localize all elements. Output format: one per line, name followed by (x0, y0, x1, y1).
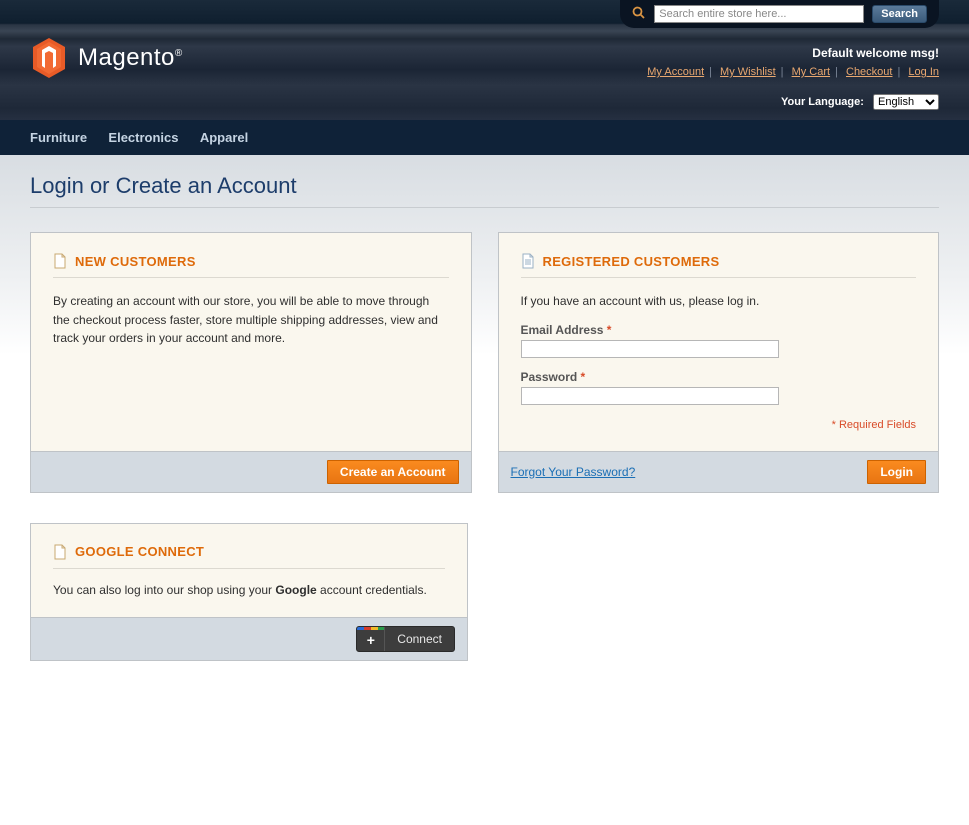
forgot-password-link[interactable]: Forgot Your Password? (511, 465, 636, 479)
nav-furniture[interactable]: Furniture (30, 120, 105, 155)
registered-customers-title: REGISTERED CUSTOMERS (543, 254, 720, 269)
new-customers-title: NEW CUSTOMERS (75, 254, 196, 269)
google-connect-button[interactable]: + Connect (356, 626, 455, 652)
top-links: My Account| My Wishlist| My Cart| Checko… (647, 66, 939, 78)
search-icon (632, 6, 646, 23)
header: Search Magento® Default welcome msg! My … (0, 0, 969, 155)
connect-label: Connect (385, 627, 454, 651)
email-field[interactable] (521, 340, 779, 358)
link-my-account[interactable]: My Account (647, 66, 704, 78)
nav-electronics[interactable]: Electronics (108, 120, 196, 155)
page-title: Login or Create an Account (30, 173, 939, 208)
link-log-in[interactable]: Log In (908, 66, 939, 78)
link-checkout[interactable]: Checkout (846, 66, 892, 78)
welcome-message: Default welcome msg! (647, 46, 939, 60)
search-button[interactable]: Search (872, 5, 927, 23)
email-label: Email Address * (521, 323, 917, 337)
registered-intro: If you have an account with us, please l… (521, 292, 917, 311)
document-icon (53, 544, 67, 560)
password-label: Password * (521, 370, 917, 384)
search-input[interactable] (654, 5, 864, 23)
password-field[interactable] (521, 387, 779, 405)
registered-customers-box: REGISTERED CUSTOMERS If you have an acco… (498, 232, 940, 493)
google-connect-title: GOOGLE CONNECT (75, 544, 204, 559)
language-select[interactable]: English (873, 94, 939, 110)
link-my-cart[interactable]: My Cart (792, 66, 831, 78)
google-connect-box: GOOGLE CONNECT You can also log into our… (30, 523, 468, 661)
search-bar: Search (620, 0, 939, 28)
login-button[interactable]: Login (867, 460, 926, 484)
link-my-wishlist[interactable]: My Wishlist (720, 66, 776, 78)
new-customers-box: NEW CUSTOMERS By creating an account wit… (30, 232, 472, 493)
new-customers-text: By creating an account with our store, y… (53, 292, 449, 348)
google-connect-text: You can also log into our shop using you… (53, 583, 445, 597)
nav-bar: Furniture Electronics Apparel (0, 120, 969, 155)
plus-icon: + (357, 627, 385, 651)
main-content: Login or Create an Account NEW CUSTOMERS… (0, 155, 969, 825)
logo-icon (30, 36, 68, 80)
nav-apparel[interactable]: Apparel (200, 120, 266, 155)
required-fields-note: * Required Fields (521, 419, 917, 431)
create-account-button[interactable]: Create an Account (327, 460, 459, 484)
document-icon (53, 253, 67, 269)
form-icon (521, 253, 535, 269)
language-label: Your Language: (781, 96, 864, 108)
logo-text: Magento® (78, 44, 183, 72)
